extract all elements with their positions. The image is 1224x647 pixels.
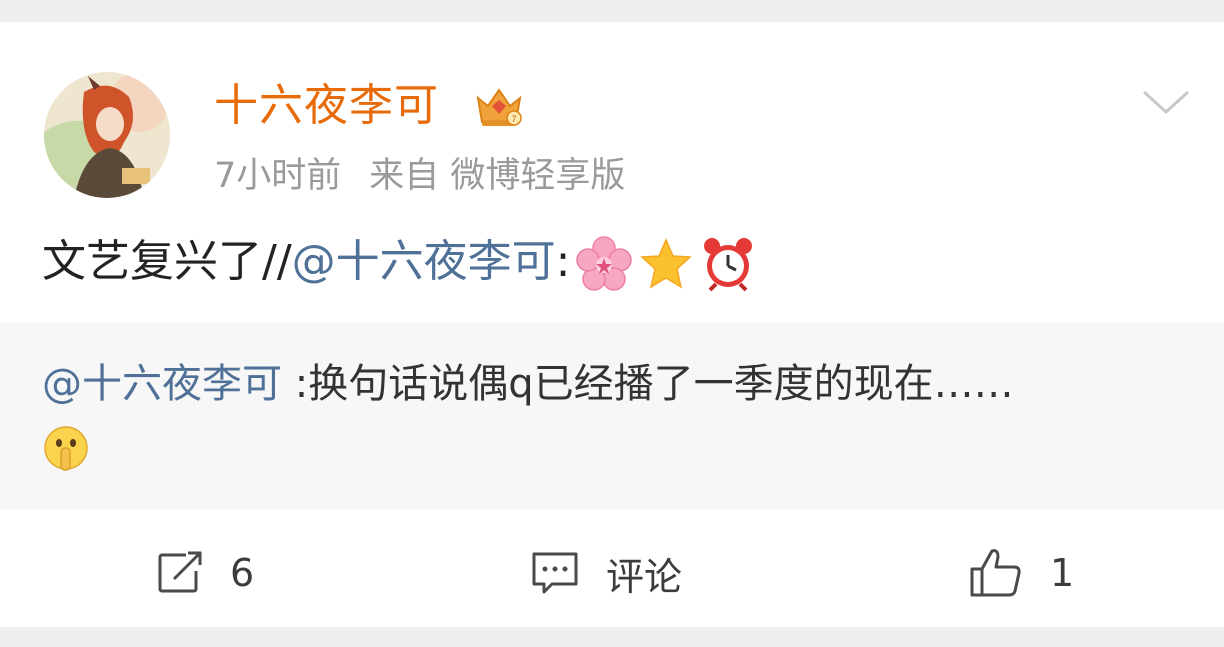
username[interactable]: 十六夜李可 [214,78,439,134]
repost-count: 6 [230,551,255,595]
star-icon [638,236,694,292]
post-meta: 7小时前 来自 微博轻享版 [214,152,625,200]
crown-badge-icon: 7 [474,84,524,130]
post-text-prefix: 文艺复兴了// [42,236,292,287]
svg-text:7: 7 [511,114,516,124]
post-source[interactable]: 来自 微博轻享版 [369,156,625,196]
comment-button[interactable]: 评论 [530,540,682,606]
comment-label: 评论 [606,554,683,599]
top-separator [0,0,1224,22]
bottom-separator [0,627,1224,647]
like-button[interactable]: 1 [968,540,1074,606]
quoted-post[interactable] [0,322,1224,510]
comment-icon [532,552,578,594]
chevron-down-icon[interactable] [1140,86,1192,118]
repost-icon [158,551,202,593]
post-text-suffix: : [555,236,571,287]
post-time: 7小时前 [214,156,342,196]
post-text: 文艺复兴了//@十六夜李可: [42,232,756,292]
quoted-post-text: @十六夜李可 :换句话说偶q已经播了一季度的现在…… [42,356,1014,412]
alarm-clock-icon [700,236,756,292]
avatar[interactable] [44,72,170,198]
like-count: 1 [1050,551,1075,595]
thumbs-up-icon [970,549,1021,597]
quoted-mention-link[interactable]: @十六夜李可 [42,361,282,407]
quoted-text-body: :换句话说偶q已经播了一季度的现在…… [282,361,1014,407]
repost-button[interactable]: 6 [156,540,254,606]
post-mention-link[interactable]: @十六夜李可 [292,236,556,287]
cherry-blossom-icon [576,236,633,292]
shushing-face-icon [42,424,90,472]
